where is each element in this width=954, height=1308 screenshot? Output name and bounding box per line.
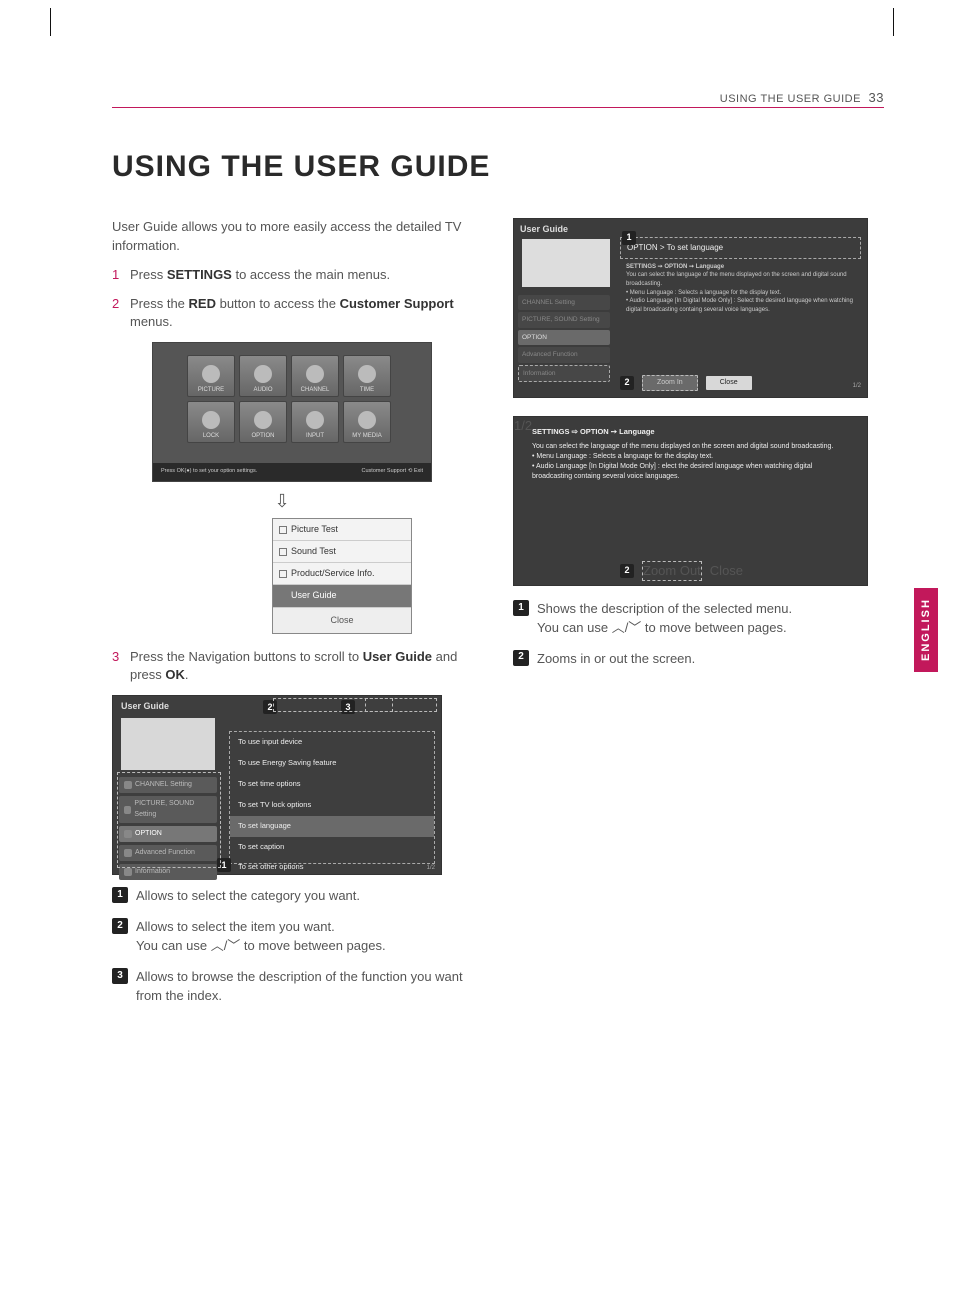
page-title: USING THE USER GUIDE bbox=[112, 150, 490, 184]
tile-audio: AUDIO bbox=[239, 355, 287, 397]
tile-lock: LOCK bbox=[187, 401, 235, 443]
step-3: 3 Press the Navigation buttons to scroll… bbox=[112, 648, 483, 686]
left-column: User Guide allows you to more easily acc… bbox=[112, 218, 483, 1005]
tile-picture: PICTURE bbox=[187, 355, 235, 397]
legend-2: 2 Allows to select the item you want.You… bbox=[112, 918, 483, 956]
legend-1: 1 Allows to select the category you want… bbox=[112, 887, 483, 906]
right-column: User Guide CHANNEL Setting PICTURE, SOUN… bbox=[513, 218, 884, 1005]
screenshot-customer-support-popup: Picture Test Sound Test Product/Service … bbox=[272, 518, 412, 633]
legend-r2: 2 Zooms in or out the screen. bbox=[513, 650, 884, 669]
step-1: 1 Press SETTINGS to access the main menu… bbox=[112, 266, 483, 285]
legend-r1: 1 Shows the description of the selected … bbox=[513, 600, 884, 638]
step-2: 2 Press the RED button to access the Cus… bbox=[112, 295, 483, 333]
page-number: 33 bbox=[869, 90, 884, 105]
page-header: USING THE USER GUIDE 33 bbox=[112, 90, 884, 108]
tile-mymedia: MY MEDIA bbox=[343, 401, 391, 443]
down-arrow-icon: ⇩ bbox=[272, 488, 292, 514]
tile-option: OPTION bbox=[239, 401, 287, 443]
header-section: USING THE USER GUIDE bbox=[720, 93, 861, 105]
screenshot-user-guide-list: User Guide CHANNEL Setting PICTURE, SOUN… bbox=[112, 695, 442, 875]
legend-3: 3 Allows to browse the description of th… bbox=[112, 968, 483, 1006]
crop-mark bbox=[50, 8, 51, 36]
tile-time: TIME bbox=[343, 355, 391, 397]
tile-channel: CHANNEL bbox=[291, 355, 339, 397]
screenshot-settings-menu: PICTURE AUDIO CHANNEL TIME LOCK OPTION I… bbox=[152, 342, 432, 482]
intro-text: User Guide allows you to more easily acc… bbox=[112, 218, 483, 256]
crop-mark bbox=[893, 8, 894, 36]
screenshot-user-guide-detail: User Guide CHANNEL Setting PICTURE, SOUN… bbox=[513, 218, 868, 398]
preview-box bbox=[121, 718, 215, 770]
language-tab: ENGLISH bbox=[914, 588, 938, 672]
screenshot-user-guide-zoomed: SETTINGS ⇨ OPTION ➙ Language You can sel… bbox=[513, 416, 868, 586]
tile-input: INPUT bbox=[291, 401, 339, 443]
